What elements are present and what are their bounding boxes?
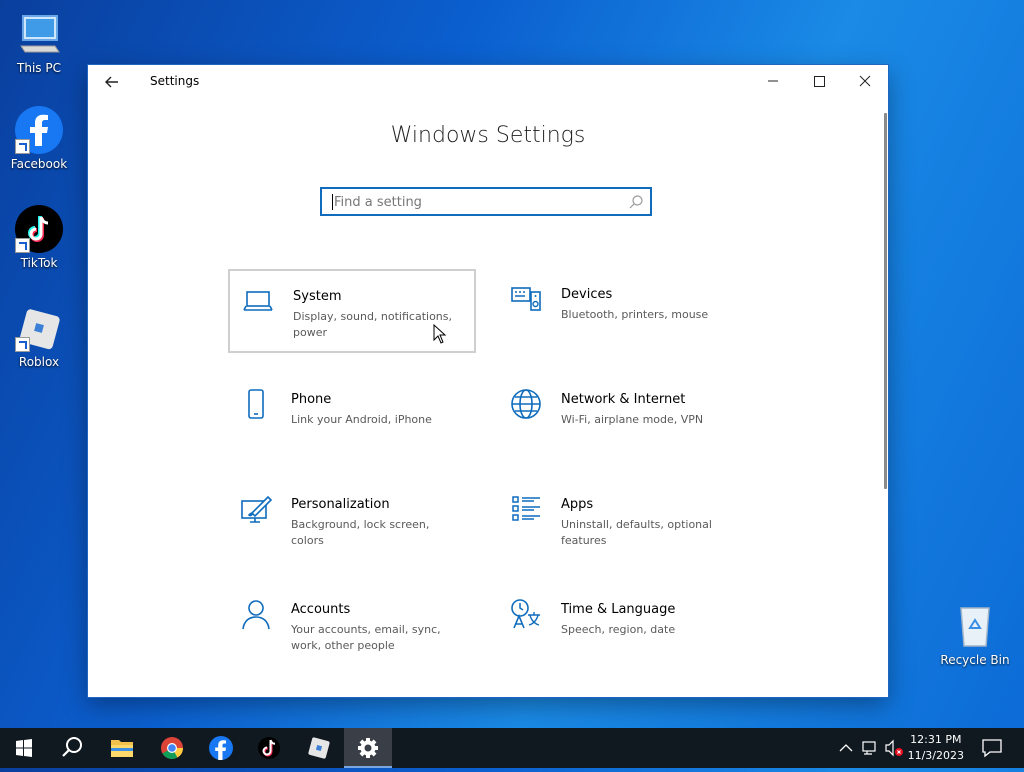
apps-list-icon — [512, 496, 540, 521]
tiktok-icon — [258, 737, 280, 759]
desktop-icon-tiktok[interactable]: TikTok — [1, 205, 77, 270]
taskbar-file-explorer[interactable] — [98, 728, 146, 768]
paint-icon — [241, 495, 272, 523]
tiktok-icon — [15, 205, 63, 253]
globe-icon — [511, 389, 541, 419]
clock-date: 11/3/2023 — [907, 749, 964, 762]
shortcut-arrow-icon — [15, 238, 30, 253]
maximize-icon — [814, 76, 825, 87]
windows-logo-icon — [16, 739, 32, 757]
desktop-icon-this-pc[interactable]: This PC — [1, 10, 77, 75]
close-button[interactable] — [842, 65, 888, 97]
tile-description: Link your Android, iPhone — [291, 413, 432, 426]
search-icon — [629, 195, 643, 209]
tile-name: Network & Internet — [561, 392, 686, 407]
recycle-bin-icon — [951, 602, 999, 650]
taskbar-facebook[interactable] — [197, 728, 245, 768]
maximize-button[interactable] — [796, 65, 842, 97]
clock-time: 12:31 PM — [910, 733, 962, 746]
page-title: Windows Settings — [390, 123, 586, 148]
tile-description: Wi-Fi, airplane mode, VPN — [561, 413, 704, 426]
tile-description: Bluetooth, printers, mouse — [561, 308, 709, 321]
tile-description: Background, lock screen, colors — [291, 518, 430, 547]
phone-icon — [248, 389, 264, 419]
chrome-icon — [161, 737, 183, 759]
gear-icon — [358, 738, 378, 758]
minimize-button[interactable] — [750, 65, 796, 97]
desktop-icon-recycle-bin[interactable]: Recycle Bin — [937, 602, 1013, 667]
tile-description: Speech, region, date — [561, 623, 676, 636]
tile-name: System — [293, 289, 342, 304]
taskbar-tiktok[interactable] — [245, 728, 293, 768]
tile-description: Your accounts, email, sync, work, other … — [291, 623, 441, 652]
tile-name: Devices — [561, 287, 613, 302]
devices-icon — [511, 287, 541, 311]
tile-name: Time & Language — [561, 602, 676, 617]
desktop-icon-label: This PC — [17, 61, 61, 75]
desktop-icon-label: Facebook — [10, 157, 68, 171]
facebook-icon — [15, 106, 63, 154]
title-bar: Settings — [88, 65, 888, 99]
search-box[interactable] — [320, 187, 652, 216]
back-button[interactable] — [100, 71, 124, 93]
roblox-icon — [308, 737, 330, 759]
tile-network-internet[interactable]: Network & Internet Wi-Fi, airplane mode,… — [498, 374, 746, 458]
desktop-icon-label: TikTok — [20, 256, 58, 270]
tile-phone[interactable]: Phone Link your Android, iPhone — [228, 374, 476, 458]
laptop-icon — [243, 291, 273, 311]
tile-time-language[interactable]: Time & Language Speech, region, date — [498, 584, 746, 668]
tile-devices[interactable]: Devices Bluetooth, printers, mouse — [498, 269, 746, 353]
desktop-icon-label: Roblox — [18, 355, 60, 369]
tile-accounts[interactable]: Accounts Your accounts, email, sync, wor… — [228, 584, 476, 668]
chevron-up-icon[interactable] — [838, 740, 854, 756]
notification-icon[interactable] — [981, 738, 1003, 758]
shortcut-arrow-icon — [15, 337, 30, 352]
close-icon — [859, 75, 871, 87]
volume-muted-icon[interactable] — [884, 739, 906, 757]
search-icon — [62, 737, 82, 757]
tile-name: Personalization — [291, 497, 390, 512]
tile-name: Accounts — [291, 602, 351, 617]
taskbar-chrome[interactable] — [148, 728, 196, 768]
tile-name: Phone — [291, 392, 332, 407]
search-input[interactable] — [332, 189, 626, 216]
start-button[interactable] — [0, 728, 48, 768]
clock[interactable]: 12:31 PM 11/3/2023 — [908, 732, 964, 764]
network-icon[interactable] — [862, 739, 880, 757]
text-caret — [332, 194, 333, 210]
desktop-icon-label: Recycle Bin — [940, 653, 1010, 667]
tile-name: Apps — [561, 497, 594, 512]
tile-personalization[interactable]: Personalization Background, lock screen,… — [228, 479, 476, 563]
taskbar-settings[interactable] — [344, 728, 392, 768]
minimize-icon — [768, 80, 778, 82]
window-title: Settings — [150, 74, 200, 88]
facebook-icon — [209, 736, 233, 760]
scrollbar[interactable] — [884, 113, 887, 489]
computer-icon — [15, 10, 63, 58]
taskbar-search-button[interactable] — [48, 728, 96, 768]
person-icon — [242, 600, 270, 630]
roblox-icon — [15, 304, 63, 352]
folder-icon — [111, 740, 133, 757]
tile-apps[interactable]: Apps Uninstall, defaults, optional featu… — [498, 479, 746, 563]
tile-description: Uninstall, defaults, optional features — [561, 518, 712, 547]
taskbar: 12:31 PM 11/3/2023 — [0, 728, 1024, 768]
settings-window: Settings Windows Settings System Display… — [88, 65, 888, 697]
time-language-icon — [511, 599, 540, 629]
taskbar-roblox[interactable] — [295, 728, 343, 768]
desktop-icon-facebook[interactable]: Facebook — [1, 106, 77, 171]
desktop-icon-roblox[interactable]: Roblox — [1, 304, 77, 369]
shortcut-arrow-icon — [15, 139, 30, 154]
mouse-cursor-icon — [433, 324, 447, 344]
back-arrow-icon — [105, 76, 118, 88]
